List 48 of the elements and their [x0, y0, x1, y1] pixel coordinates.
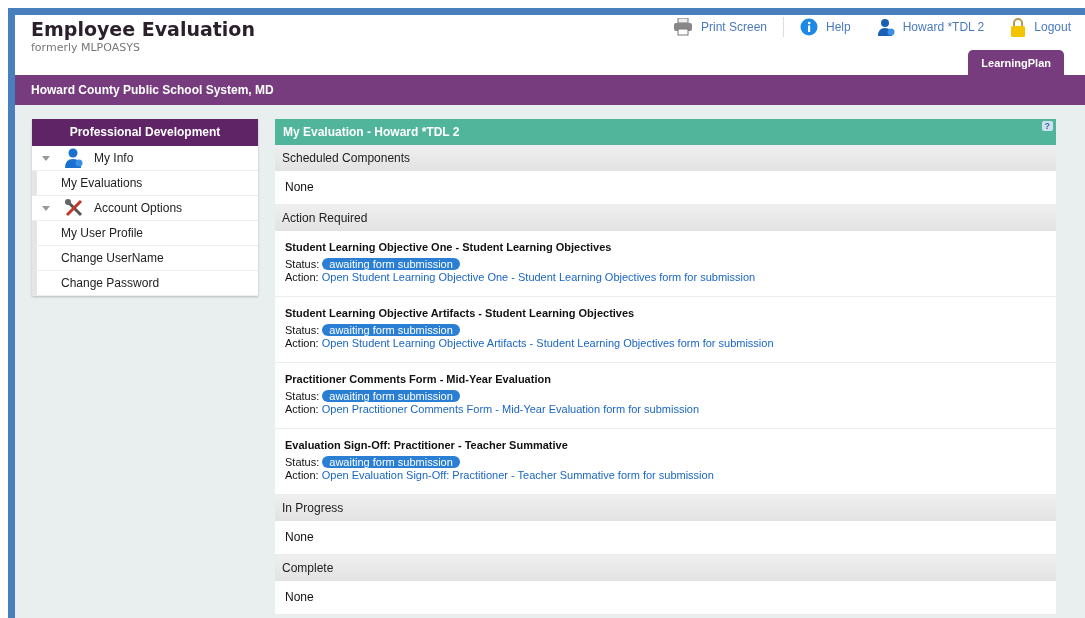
sidebar-group[interactable]: My Info	[32, 146, 258, 171]
action-link[interactable]: Open Practitioner Comments Form - Mid-Year Evaluation form for submission	[321, 403, 700, 415]
tools-icon	[64, 198, 84, 218]
item-title: Student Learning Objective Artifacts - Student Learning Objectives	[285, 307, 636, 319]
lock-icon	[1010, 17, 1027, 37]
action-link[interactable]: Open Student Learning Objective Artifacts - Student Learning Objectives form for submission	[321, 337, 774, 349]
panel-title: My Evaluation - Howard *TDL 2	[283, 124, 460, 141]
action-label: Action:	[285, 469, 319, 481]
section-title: Action Required	[282, 211, 368, 225]
action-label: Action:	[285, 403, 319, 415]
status-badge: awaiting form submission	[322, 258, 460, 270]
help-button[interactable]: ?	[1041, 121, 1053, 131]
app-subtitle: formerly MLPOASYS	[31, 41, 141, 54]
status-label: Status:	[285, 456, 320, 468]
action-link[interactable]: Open Evaluation Sign-Off: Practitioner - Teacher Summative form for submission	[321, 469, 714, 481]
sidebar-item[interactable]: Change UserName	[32, 246, 258, 271]
status-label: Status:	[285, 324, 320, 336]
status-badge: awaiting form submission	[322, 456, 460, 468]
status-badge: awaiting form submission	[322, 390, 460, 402]
printer-icon	[673, 18, 693, 36]
tab[interactable]: LearningPlan	[968, 50, 1064, 75]
sidebar-item[interactable]: My Evaluations	[32, 171, 258, 196]
user-icon	[876, 18, 895, 36]
status-label: Status:	[285, 390, 320, 402]
status-label: Status:	[285, 258, 320, 270]
empty-text: None	[275, 581, 1056, 615]
info-icon	[800, 18, 818, 36]
action-label: Action:	[285, 271, 319, 283]
top-link[interactable]: Logout	[1034, 20, 1071, 34]
item-title: Student Learning Objective One - Student Learning Objectives	[285, 241, 613, 253]
section-title: In Progress	[282, 501, 344, 515]
user-icon	[64, 148, 84, 168]
item-title: Practitioner Comments Form - Mid-Year Evaluation	[285, 373, 552, 385]
item-title: Evaluation Sign-Off: Practitioner - Teacher Summative	[285, 439, 569, 451]
section-title: Complete	[282, 561, 334, 575]
top-link[interactable]: Help	[826, 20, 851, 34]
top-link[interactable]: Howard *TDL 2	[902, 20, 985, 34]
section-title: Scheduled Components	[282, 151, 411, 165]
action-link[interactable]: Open Student Learning Objective One - Student Learning Objectives form for submission	[321, 271, 756, 283]
sidebar-item[interactable]: My User Profile	[32, 221, 258, 246]
top-link[interactable]: Print Screen	[701, 20, 767, 34]
action-label: Action:	[285, 337, 319, 349]
status-badge: awaiting form submission	[322, 324, 460, 336]
sidebar-group[interactable]: Account Options	[32, 196, 258, 221]
app-title: Employee Evaluation	[31, 18, 255, 40]
sidebar-item[interactable]: Change Password	[32, 271, 258, 296]
org-name: Howard County Public School System, MD	[31, 83, 274, 97]
sidebar-title: Professional Development	[32, 119, 258, 146]
